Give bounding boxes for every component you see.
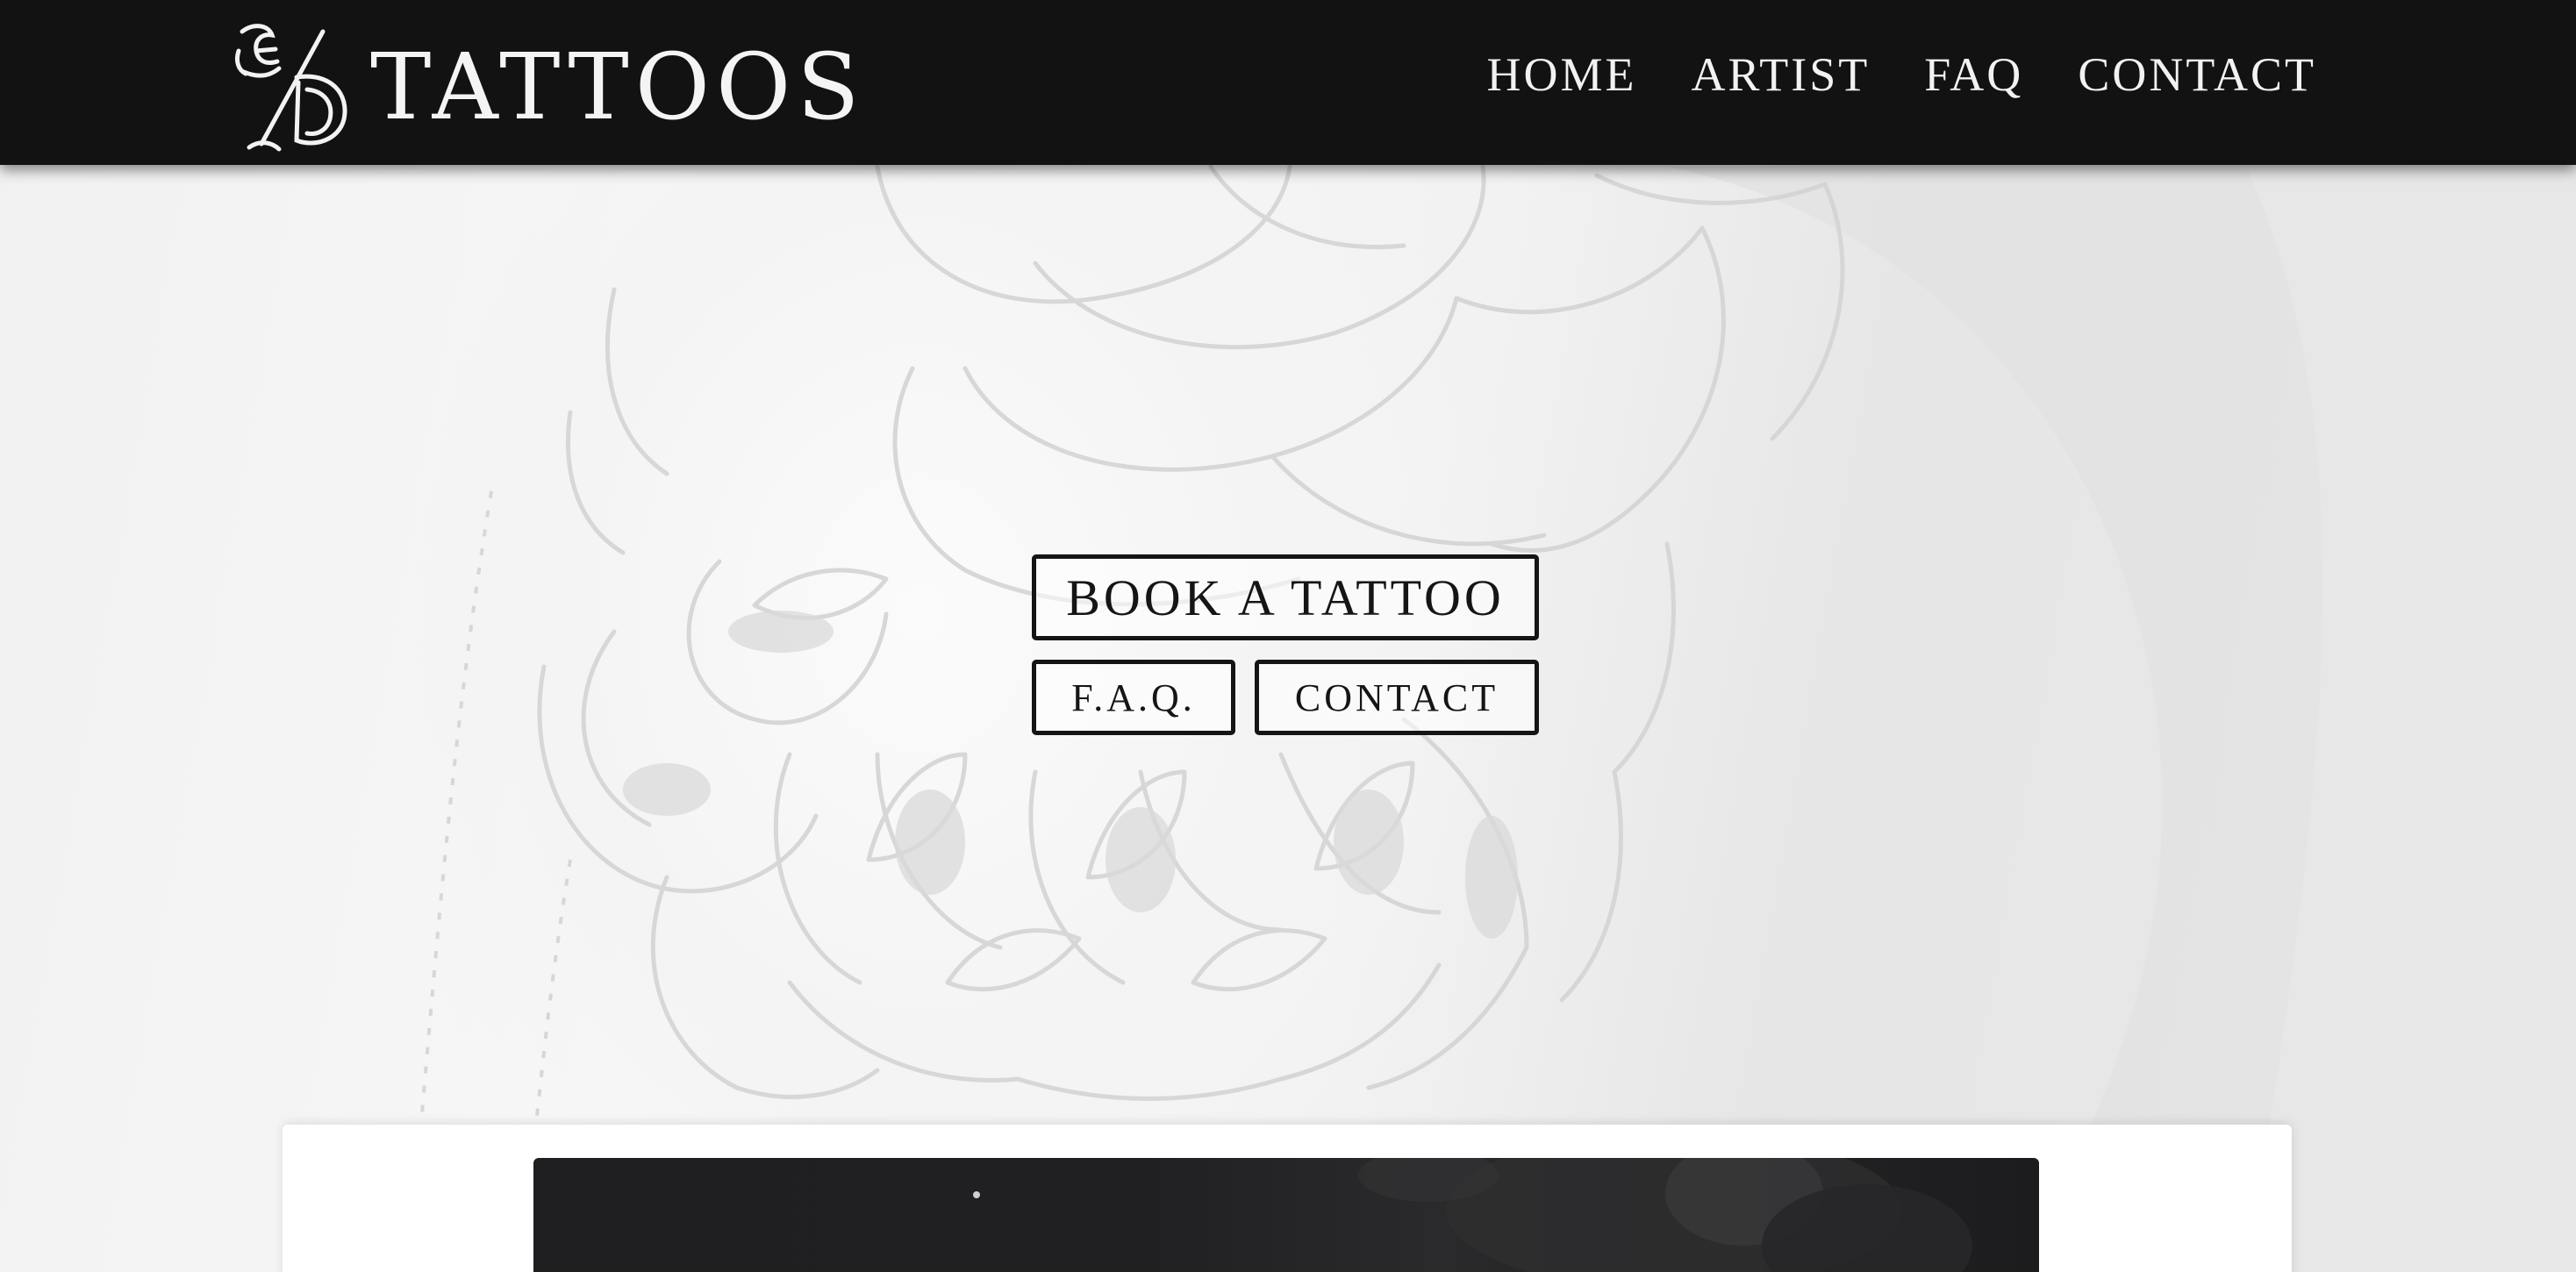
main-nav: HOME ARTIST FAQ CONTACT [1487, 44, 2316, 105]
book-a-tattoo-button[interactable]: BOOK A TATTOO [1032, 554, 1539, 640]
featured-photo [533, 1158, 2039, 1272]
brand-logo-link[interactable]: TATTOOS [226, 14, 866, 154]
nav-artist-link[interactable]: ARTIST [1692, 44, 1871, 105]
nav-contact-link[interactable]: CONTACT [2078, 44, 2316, 105]
navbar: TATTOOS HOME ARTIST FAQ CONTACT [0, 0, 2576, 165]
faq-button[interactable]: F.A.Q. [1032, 660, 1235, 735]
nav-faq-link[interactable]: FAQ [1924, 44, 2023, 105]
ed-monogram-logo [234, 24, 347, 152]
nav-home-link[interactable]: HOME [1487, 44, 1637, 105]
contact-button[interactable]: CONTACT [1255, 660, 1539, 735]
brand-name: TATTOOS [370, 33, 866, 140]
featured-photo-image [973, 1158, 1972, 1272]
